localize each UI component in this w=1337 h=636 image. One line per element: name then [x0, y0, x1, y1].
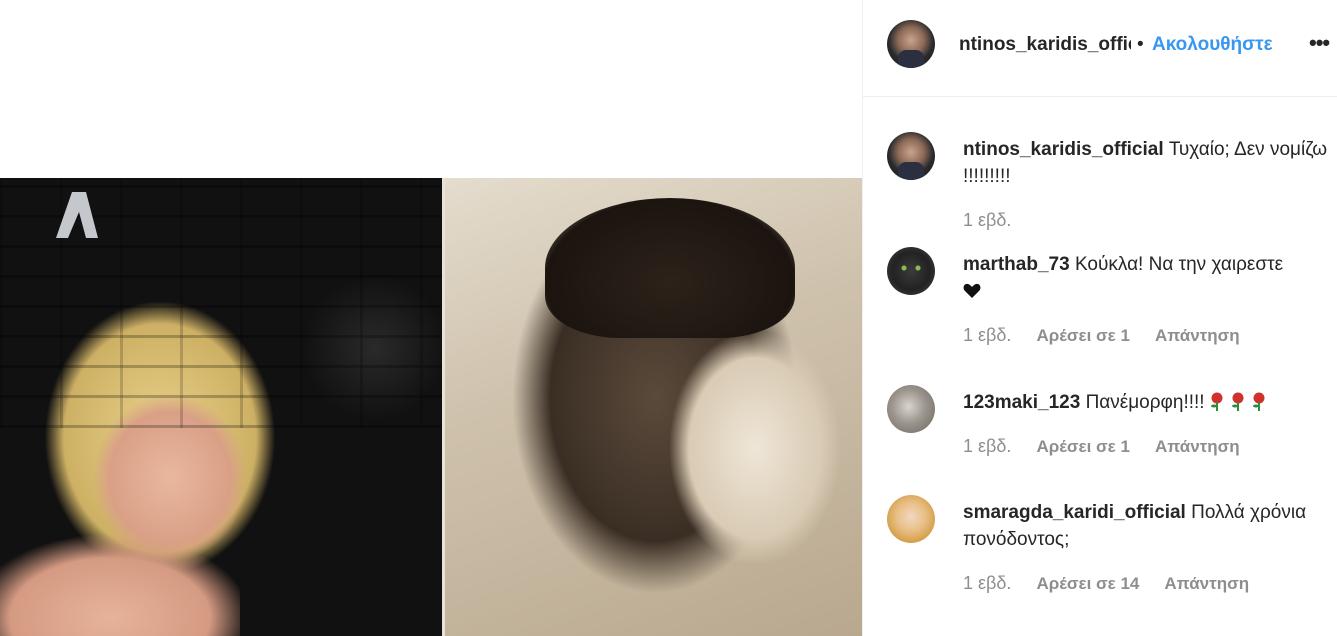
more-options-icon[interactable]: •••	[1309, 30, 1330, 56]
header-separator: •	[1137, 34, 1144, 55]
post-side-panel: ntinos_karidis_offic • Ακολουθήστε ••• n…	[862, 0, 1337, 636]
comment-body: 123maki_123 Πανέμορφη!!!!	[963, 389, 1333, 416]
follow-button[interactable]: Ακολουθήστε	[1152, 34, 1273, 56]
reply-button[interactable]: Απάντηση	[1164, 574, 1249, 593]
comment-text: Πανέμορφη!!!!	[1085, 392, 1205, 413]
instagram-post-page: ntinos_karidis_offic • Ακολουθήστε ••• n…	[0, 0, 1337, 636]
comment-username[interactable]: ntinos_karidis_official	[963, 139, 1164, 160]
reply-button[interactable]: Απάντηση	[1155, 326, 1240, 345]
comment-username[interactable]: smaragda_karidi_official	[963, 502, 1186, 523]
heart-icon	[963, 283, 981, 298]
comment-avatar[interactable]	[887, 385, 935, 433]
post-photo[interactable]	[0, 178, 862, 636]
reply-button[interactable]: Απάντηση	[1155, 437, 1240, 456]
comment-likes[interactable]: Αρέσει σε 1	[1036, 437, 1129, 456]
author-username[interactable]: ntinos_karidis_offic	[959, 34, 1131, 56]
comment-username[interactable]: marthab_73	[963, 254, 1070, 275]
rose-icon	[1210, 392, 1269, 413]
comment-time[interactable]: 1 εβδ.	[963, 325, 1011, 345]
comment-time[interactable]: 1 εβδ.	[963, 436, 1011, 456]
comment-meta: 1 εβδ. Αρέσει σε 1 Απάντηση	[963, 325, 1240, 346]
comment-avatar[interactable]	[887, 247, 935, 295]
comment-body: smaragda_karidi_official Πολλά χρόνια πο…	[963, 499, 1333, 553]
comment-meta: 1 εβδ. Αρέσει σε 1 Απάντηση	[963, 436, 1240, 457]
post-media-area	[0, 0, 862, 636]
comment-likes[interactable]: Αρέσει σε 14	[1036, 574, 1139, 593]
comment-body: marthab_73 Κούκλα! Να την χαιρεστε	[963, 251, 1333, 305]
photo-left-tv-panel	[0, 178, 442, 636]
comments-list: ntinos_karidis_official Τυχαίο; Δεν νομί…	[863, 97, 1337, 636]
comment-meta: 1 εβδ.	[963, 210, 1031, 231]
comment-text: Κούκλα! Να την χαιρεστε	[1074, 254, 1284, 275]
channel-logo-icon	[56, 192, 98, 238]
comment-avatar[interactable]	[887, 495, 935, 543]
comment-avatar[interactable]	[887, 132, 935, 180]
comment-time[interactable]: 1 εβδ.	[963, 573, 1011, 593]
comment-body: ntinos_karidis_official Τυχαίο; Δεν νομί…	[963, 136, 1333, 190]
comment-meta: 1 εβδ. Αρέσει σε 14 Απάντηση	[963, 573, 1249, 594]
comment-time[interactable]: 1 εβδ.	[963, 210, 1011, 230]
comment-username[interactable]: 123maki_123	[963, 392, 1080, 413]
post-header: ntinos_karidis_offic • Ακολουθήστε •••	[863, 0, 1337, 97]
author-avatar[interactable]	[887, 20, 935, 68]
comment-likes[interactable]: Αρέσει σε 1	[1036, 326, 1129, 345]
photo-right-vintage-panel	[445, 178, 862, 636]
